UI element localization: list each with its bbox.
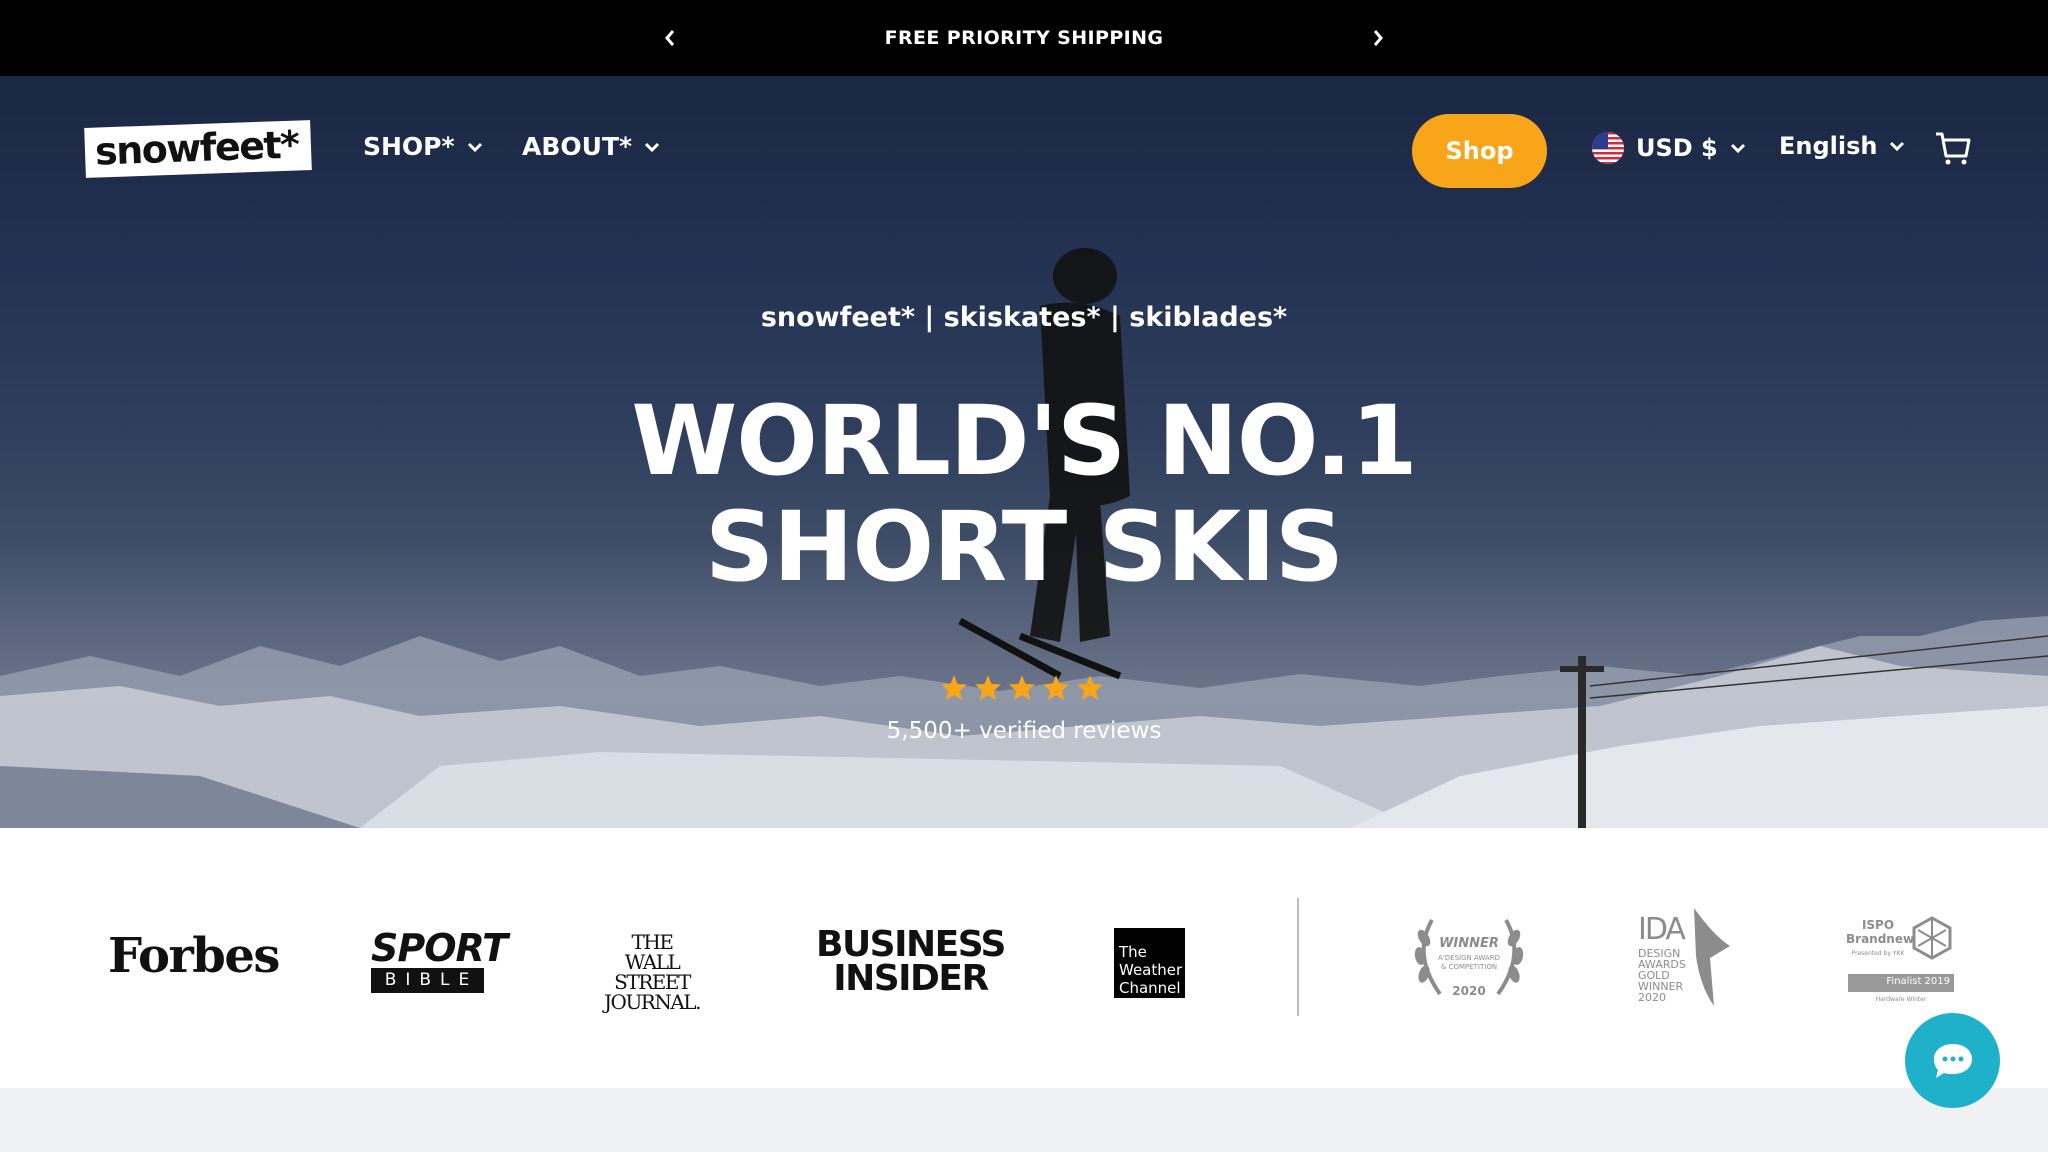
- press-divider: [1297, 898, 1299, 1016]
- press-bar: Forbes SPORT BIBLE THE WALL STREET JOURN…: [0, 828, 2048, 1088]
- ispo-line2: Brandnew: [1846, 932, 1915, 946]
- ida-title: IDA: [1638, 912, 1686, 947]
- wsj-logo: THE WALL STREET JOURNAL.: [596, 932, 708, 1012]
- business-insider-logo: BUSINESS INSIDER: [816, 924, 1006, 999]
- reviews-count[interactable]: 5,500+ verified reviews: [0, 718, 2048, 744]
- chevron-left-icon[interactable]: [656, 24, 684, 52]
- forbes-logo: Forbes: [108, 928, 280, 984]
- hero-title-line2: SHORT SKIS: [705, 491, 1344, 603]
- ispo-title: ISPO Brandnew: [1846, 918, 1915, 946]
- adesign-award-badge: WINNER A'DESIGN AWARD & COMPETITION 2020: [1410, 910, 1528, 1004]
- hero-title-line1: WORLD'S NO.1: [631, 385, 1417, 497]
- chevron-right-icon[interactable]: [1364, 24, 1392, 52]
- sportbible-logo: SPORT BIBLE: [371, 926, 508, 993]
- nav-shop[interactable]: SHOP*: [363, 132, 483, 161]
- nav-shop-label: SHOP*: [363, 132, 455, 161]
- star-icon: [1043, 675, 1069, 701]
- language-selector[interactable]: English: [1779, 132, 1905, 160]
- us-flag-icon: [1592, 132, 1624, 164]
- language-label: English: [1779, 132, 1878, 160]
- bi-line2: INSIDER: [833, 958, 989, 999]
- ispo-finalist: Finalist 2019: [1886, 976, 1950, 987]
- bi-line1: BUSINESS: [816, 924, 1006, 965]
- chevron-down-icon: [1730, 143, 1745, 153]
- chevron-down-icon: [467, 142, 482, 152]
- wsj-line1: THE: [631, 930, 674, 954]
- announcement-bar: FREE PRIORITY SHIPPING: [0, 0, 2048, 76]
- sportbible-bottom: BIBLE: [371, 968, 484, 993]
- ida-lines: DESIGN AWARDS GOLD WINNER 2020: [1638, 948, 1686, 1003]
- snowfeet-logo[interactable]: snowfeet*: [84, 120, 312, 178]
- currency-selector[interactable]: USD $: [1592, 132, 1746, 164]
- announcement-text: FREE PRIORITY SHIPPING: [884, 27, 1164, 49]
- ispo-award-badge: ISPO Brandnew Presented by YKK Finalist …: [1846, 914, 1956, 1004]
- award-winner-sub2: & COMPETITION: [1440, 963, 1498, 971]
- chevron-down-icon: [1890, 141, 1905, 151]
- award-winner-title: WINNER: [1439, 936, 1499, 951]
- wsj-line3: JOURNAL.: [604, 990, 701, 1014]
- award-winner-year: 2020: [1452, 984, 1486, 998]
- ispo-category: Hardware Winter: [1875, 996, 1927, 1003]
- star-icon: [975, 675, 1001, 701]
- hero-title: WORLD'S NO.1 SHORT SKIS: [0, 388, 2048, 600]
- weather-line1: The: [1119, 943, 1147, 961]
- next-section-band: [0, 1088, 2048, 1152]
- weather-line3: Channel: [1119, 979, 1181, 997]
- cart-icon[interactable]: [1934, 130, 1972, 168]
- sportbible-top: SPORT: [371, 926, 508, 970]
- nav-about-label: ABOUT*: [522, 132, 633, 161]
- rating-stars: [940, 674, 1104, 702]
- shop-button[interactable]: Shop: [1412, 114, 1547, 188]
- logo-text: snowfeet*: [94, 122, 300, 174]
- award-winner-sub1: A'DESIGN AWARD: [1438, 954, 1500, 962]
- star-icon: [941, 675, 967, 701]
- ispo-line1: ISPO: [1861, 918, 1895, 932]
- star-icon: [1009, 675, 1035, 701]
- ida-year: 2020: [1638, 991, 1666, 1004]
- hero-section: snowfeet* SHOP* ABOUT* Shop USD $ Englis…: [0, 76, 2048, 828]
- hero-subtitle: snowfeet* | skiskates* | skiblades*: [760, 302, 1288, 333]
- ispo-presented: Presented by YKK: [1851, 950, 1905, 957]
- chat-bubble-icon: [1933, 1043, 1972, 1078]
- weather-line2: Weather: [1119, 961, 1183, 979]
- wsj-line2: WALL STREET: [614, 950, 691, 994]
- currency-label: USD $: [1636, 134, 1718, 162]
- star-icon: [1077, 675, 1103, 701]
- weather-channel-logo: The Weather Channel: [1114, 928, 1185, 998]
- ida-award-badge: IDA DESIGN AWARDS GOLD WINNER 2020: [1636, 906, 1736, 1008]
- nav-about[interactable]: ABOUT*: [522, 132, 660, 161]
- chevron-down-icon: [645, 142, 660, 152]
- chat-button[interactable]: [1905, 1013, 2000, 1108]
